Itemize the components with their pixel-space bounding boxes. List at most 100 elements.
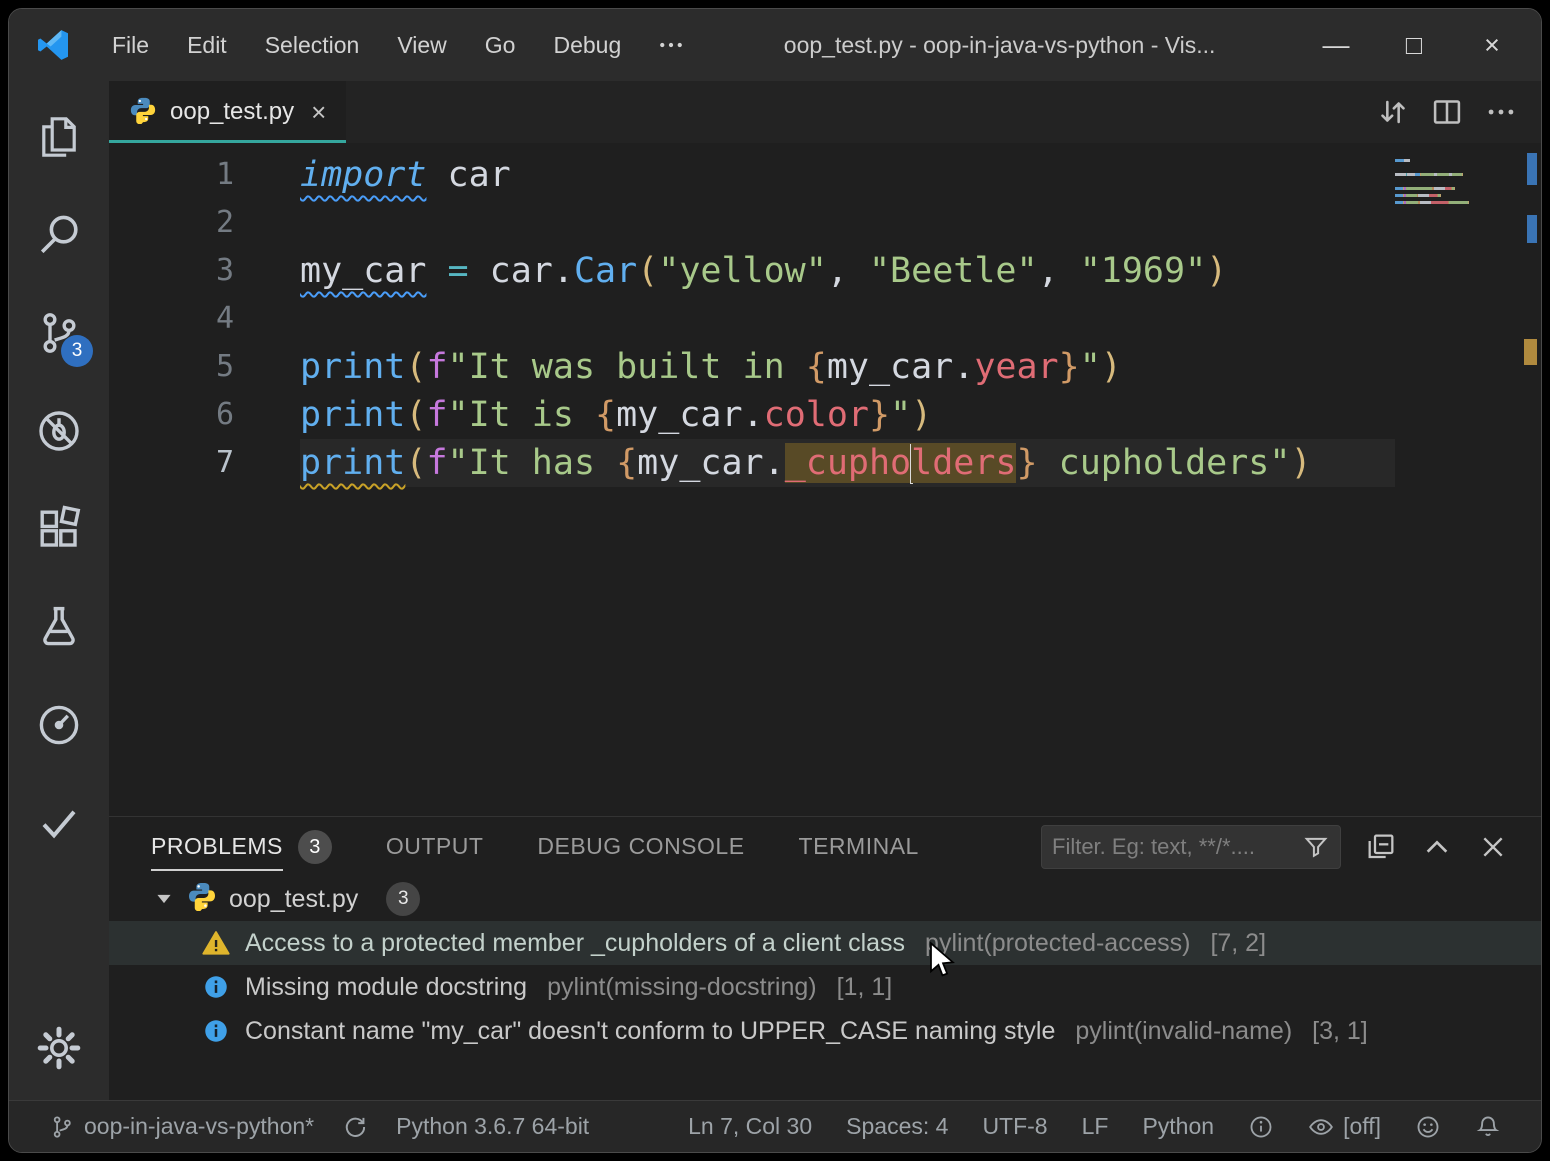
explorer-icon[interactable] — [33, 111, 85, 163]
problem-position: [1, 1] — [837, 973, 893, 1002]
cursor-position-status[interactable]: Ln 7, Col 30 — [688, 1113, 812, 1140]
line-number: 1 — [109, 151, 264, 199]
split-editor-icon[interactable] — [1425, 90, 1469, 134]
line-number: 6 — [109, 391, 264, 439]
ruler-warning-mark — [1524, 339, 1537, 365]
panel-tabbar-tabs: PROBLEMS3 OUTPUT DEBUG CONSOLE TERMINAL — [151, 824, 919, 871]
code-editor[interactable]: 1import car23my_car = car.Car("yellow", … — [109, 143, 1541, 816]
collapse-all-icon[interactable] — [1359, 825, 1403, 869]
menu-go[interactable]: Go — [466, 32, 535, 59]
problems-file-group[interactable]: oop_test.py 3 — [109, 877, 1541, 921]
editor-more-actions-icon[interactable] — [1479, 90, 1523, 134]
info-icon — [201, 1016, 231, 1046]
code-line-1[interactable]: 1import car — [109, 151, 1541, 199]
maximize-panel-icon[interactable] — [1415, 825, 1459, 869]
search-icon[interactable] — [33, 209, 85, 261]
python-file-icon — [187, 881, 217, 918]
sync-status[interactable] — [342, 1114, 368, 1140]
git-branch-status[interactable]: oop-in-java-vs-python* — [49, 1113, 314, 1140]
eye-icon — [1308, 1114, 1334, 1140]
debug-icon[interactable] — [33, 405, 85, 457]
extensions-icon[interactable] — [33, 503, 85, 555]
problems-rows: Access to a protected member _cupholders… — [109, 921, 1541, 1053]
minimize-button[interactable]: — — [1297, 30, 1375, 61]
menu-debug[interactable]: Debug — [534, 32, 640, 59]
check-icon[interactable] — [33, 797, 85, 849]
test-beaker-icon[interactable] — [33, 601, 85, 653]
panel-tab-debug-console[interactable]: DEBUG CONSOLE — [537, 824, 744, 871]
window-title: oop_test.py - oop-in-java-vs-python - Vi… — [702, 32, 1297, 59]
menu-view[interactable]: View — [378, 32, 465, 59]
editor-actions — [1371, 81, 1541, 143]
ruler-info-mark — [1527, 215, 1537, 243]
code-line-4[interactable]: 4 — [109, 295, 1541, 343]
language-mode-status[interactable]: Python — [1142, 1113, 1214, 1140]
branch-icon — [49, 1114, 75, 1140]
problems-file-badge: 3 — [386, 882, 420, 916]
filter-icon — [1302, 833, 1330, 861]
vscode-window: FileEditSelectionViewGoDebug oop_test.py… — [8, 8, 1542, 1153]
problem-row[interactable]: Access to a protected member _cupholders… — [109, 921, 1541, 965]
line-number: 2 — [109, 199, 264, 247]
info-icon[interactable] — [1248, 1114, 1274, 1140]
problems-file-name: oop_test.py — [229, 885, 358, 914]
code-line-5[interactable]: 5print(f"It was built in {my_car.year}") — [109, 343, 1541, 391]
sync-icon — [342, 1114, 368, 1140]
tab-close-icon[interactable]: × — [311, 97, 326, 128]
feedback-smiley-icon[interactable] — [1415, 1114, 1441, 1140]
problem-row[interactable]: Constant name "my_car" doesn't conform t… — [109, 1009, 1541, 1053]
screencast-status[interactable]: [off] — [1308, 1113, 1381, 1140]
menubar: FileEditSelectionViewGoDebug — [93, 32, 640, 59]
problem-row[interactable]: Missing module docstring pylint(missing-d… — [109, 965, 1541, 1009]
code-line-3[interactable]: 3my_car = car.Car("yellow", "Beetle", "1… — [109, 247, 1541, 295]
overview-ruler[interactable] — [1523, 143, 1537, 816]
problems-filter[interactable] — [1041, 825, 1341, 869]
notifications-bell-icon[interactable] — [1475, 1114, 1501, 1140]
vscode-logo-icon[interactable] — [35, 27, 71, 63]
problem-message: Access to a protected member _cupholders… — [245, 929, 905, 958]
panel-tab-output[interactable]: OUTPUT — [386, 824, 484, 871]
activity-bar: 3 — [9, 81, 109, 1100]
tab-label: oop_test.py — [170, 98, 294, 126]
problem-message: Constant name "my_car" doesn't conform t… — [245, 1017, 1055, 1046]
info-icon — [201, 972, 231, 1002]
minimap[interactable] — [1395, 157, 1515, 206]
panel-tab-terminal[interactable]: TERMINAL — [799, 824, 919, 871]
python-interpreter-status[interactable]: Python 3.6.7 64-bit — [396, 1113, 589, 1140]
expand-twisty-icon[interactable] — [153, 888, 175, 910]
interpreter-label: Python 3.6.7 64-bit — [396, 1113, 589, 1140]
close-panel-icon[interactable] — [1471, 825, 1515, 869]
code-line-7[interactable]: 7print(f"It has {my_car._cupholders} cup… — [109, 439, 1541, 487]
editor-tabbar: oop_test.py × — [109, 81, 1541, 143]
menu-selection[interactable]: Selection — [246, 32, 379, 59]
problems-filter-input[interactable] — [1052, 834, 1302, 860]
maximize-button[interactable]: □ — [1375, 30, 1453, 61]
tab-oop-test-py[interactable]: oop_test.py × — [109, 81, 346, 143]
settings-gear-icon[interactable] — [33, 1022, 85, 1074]
menu-file[interactable]: File — [93, 32, 168, 59]
panel-header: PROBLEMS3 OUTPUT DEBUG CONSOLE TERMINAL — [109, 817, 1541, 877]
warning-icon — [201, 928, 231, 958]
code-line-6[interactable]: 6print(f"It is {my_car.color}") — [109, 391, 1541, 439]
panel-tab-problems[interactable]: PROBLEMS3 — [151, 824, 332, 871]
menu-edit[interactable]: Edit — [168, 32, 246, 59]
python-file-icon — [129, 96, 157, 129]
close-button[interactable]: × — [1453, 30, 1531, 61]
problem-source: pylint(missing-docstring) — [547, 973, 817, 1002]
source-control-icon[interactable]: 3 — [33, 307, 85, 359]
gauge-icon[interactable] — [33, 699, 85, 751]
line-number: 7 — [109, 439, 264, 487]
titlebar: FileEditSelectionViewGoDebug oop_test.py… — [9, 9, 1541, 81]
menu-more-icon[interactable] — [640, 30, 702, 60]
status-bar-right: Ln 7, Col 30 Spaces: 4 UTF-8 LF Python [… — [688, 1113, 1501, 1140]
bottom-panel: PROBLEMS3 OUTPUT DEBUG CONSOLE TERMINAL — [109, 816, 1541, 1100]
open-changes-icon[interactable] — [1371, 90, 1415, 134]
eol-status[interactable]: LF — [1082, 1113, 1109, 1140]
line-number: 5 — [109, 343, 264, 391]
code-line-2[interactable]: 2 — [109, 199, 1541, 247]
indentation-status[interactable]: Spaces: 4 — [846, 1113, 948, 1140]
problem-message: Missing module docstring — [245, 973, 527, 1002]
problems-list: oop_test.py 3 Access to a protected memb… — [109, 877, 1541, 1100]
window-controls: — □ × — [1297, 30, 1531, 61]
encoding-status[interactable]: UTF-8 — [982, 1113, 1047, 1140]
